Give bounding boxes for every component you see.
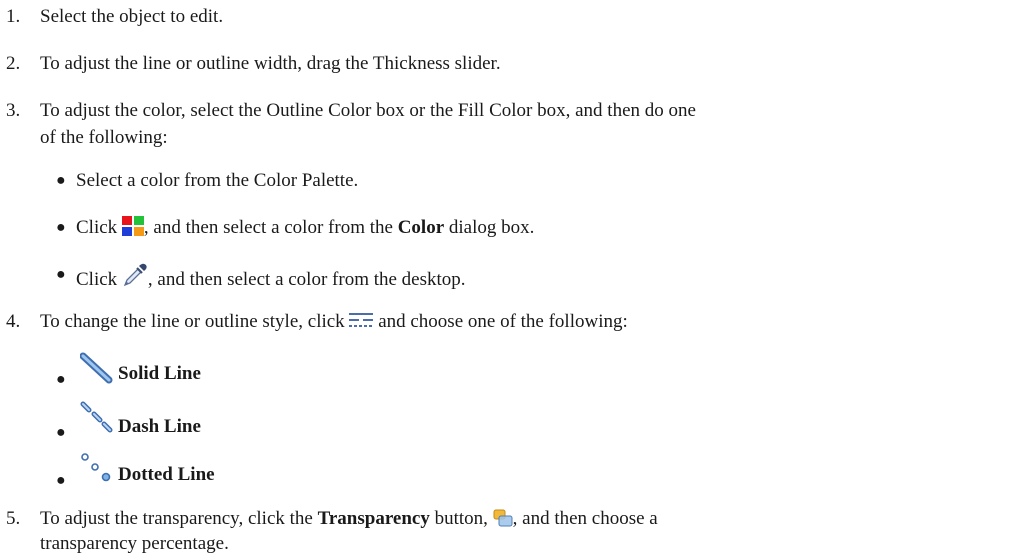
step-text: , and then choose a xyxy=(512,508,658,529)
bullet: ● xyxy=(56,371,66,388)
step-number: 2. xyxy=(6,53,21,74)
option-text: , and then select a color from the deskt… xyxy=(147,269,466,290)
step-text: button, xyxy=(434,508,488,529)
step-2: 2. To adjust the line or outline width, … xyxy=(0,51,501,77)
line-style-dash: ● Dash Line xyxy=(0,401,201,441)
line-style-icon xyxy=(349,312,374,338)
bullet: ● xyxy=(56,424,66,441)
step-text: To adjust the color, select the Outline … xyxy=(40,100,696,121)
step-text: transparency percentage. xyxy=(40,533,229,554)
step-3: 3. To adjust the color, select the Outli… xyxy=(0,98,696,124)
step-text: Select the object to edit. xyxy=(40,6,224,27)
step-number: 5. xyxy=(6,508,21,529)
option-label: Dotted Line xyxy=(118,464,215,485)
step-number: 3. xyxy=(6,100,21,121)
solid-line-icon xyxy=(79,351,114,393)
step-number: 1. xyxy=(6,6,21,27)
bullet: ● xyxy=(56,219,66,236)
step-text: To adjust the line or outline width, dra… xyxy=(40,53,501,74)
color-option-palette: ● Select a color from the Color Palette. xyxy=(0,168,358,194)
bullet: ● xyxy=(56,266,66,283)
color-grid-icon xyxy=(121,216,144,244)
step-number: 4. xyxy=(6,311,21,332)
option-text: Click xyxy=(76,217,118,238)
option-text: Select a color from the Color Palette. xyxy=(76,170,359,191)
color-option-dialog: ● Click , and then select a color from t… xyxy=(0,215,534,244)
line-style-dotted: ● Dotted Line xyxy=(0,453,215,489)
option-label: Dash Line xyxy=(118,416,201,437)
bullet: ● xyxy=(56,472,66,489)
step-5-continued: transparency percentage. xyxy=(0,531,229,557)
option-label: Solid Line xyxy=(118,363,201,384)
eyedropper-icon xyxy=(122,262,148,296)
dash-line-icon xyxy=(80,400,114,442)
transparency-icon xyxy=(493,509,513,535)
option-bold: Color xyxy=(397,217,445,238)
bullet: ● xyxy=(56,172,66,189)
option-text: dialog box. xyxy=(448,217,535,238)
step-4: 4. To change the line or outline style, … xyxy=(0,309,628,338)
step-text: and choose one of the following: xyxy=(378,311,628,332)
option-text: Click xyxy=(76,269,118,290)
option-text: , and then select a color from the xyxy=(143,217,393,238)
line-style-solid: ● Solid Line xyxy=(0,352,201,388)
step-1: 1. Select the object to edit. xyxy=(0,4,223,30)
step-text: of the following: xyxy=(40,127,168,148)
step-text: To adjust the transparency, click the xyxy=(40,508,313,529)
step-bold: Transparency xyxy=(317,508,430,529)
dotted-line-icon xyxy=(80,452,114,494)
step-text: To change the line or outline style, cli… xyxy=(40,311,345,332)
step-3-continued: of the following: xyxy=(0,125,168,151)
color-option-desktop: ● Click , and then select a color from t… xyxy=(0,262,466,296)
